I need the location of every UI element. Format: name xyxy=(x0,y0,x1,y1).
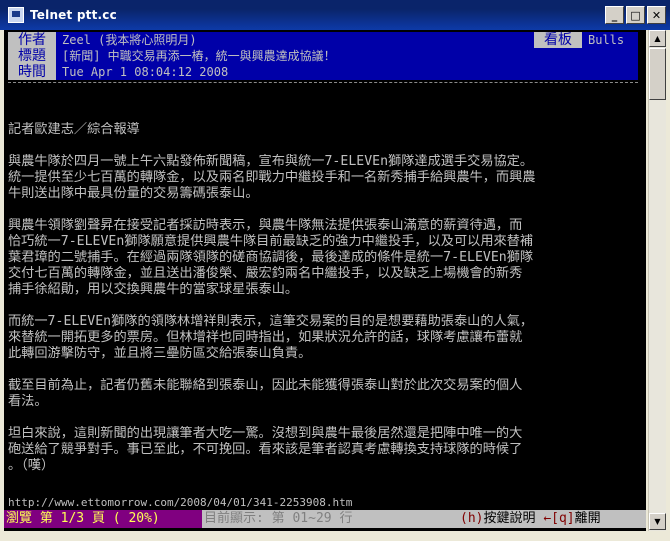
article-line: 統一提供至少七百萬的轉隊金，以及兩名即戰力中繼投手和一名新秀捕手給興農牛，而興農 xyxy=(8,170,536,185)
help-key: (h) xyxy=(460,511,484,526)
scroll-down-button[interactable]: ▼ xyxy=(649,513,666,530)
article-line: 與農牛隊於四月一號上午六點發佈新聞稿，宣布與統一7-ELEVEn獅隊達成選手交易… xyxy=(8,154,534,169)
help-label: 按鍵說明 xyxy=(483,511,536,526)
window-title: Telnet ptt.cc xyxy=(30,8,117,22)
article-line: 砲送給了競爭對手。事已至此，不可挽回。看來該是筆者認真考慮轉換支持球隊的時候了 xyxy=(8,442,523,457)
article-line xyxy=(8,138,644,154)
arrow-down-icon: ▼ xyxy=(654,517,661,526)
minimize-button[interactable]: _ xyxy=(605,6,624,24)
key-hints: (h)按鍵說明 ←[q]離開 xyxy=(460,510,601,528)
window-controls: _ □ ✕ xyxy=(605,6,666,24)
article-line: 。（嘆） xyxy=(8,458,55,473)
title-bar[interactable]: Telnet ptt.cc _ □ ✕ xyxy=(0,0,670,30)
terminal-screen[interactable]: 作者 Zeel (我本將心照明月) 看板 Bulls 標題 [新聞] 中職交易再… xyxy=(4,30,646,531)
board-value: Bulls xyxy=(588,33,625,47)
close-button[interactable]: ✕ xyxy=(647,6,666,24)
article-line: 交付七百萬的轉隊金，並且送出潘俊榮、嚴宏鈞兩名中繼投手，以及缺乏上場機會的新秀 xyxy=(8,266,523,281)
line-indicator: 目前顯示: 第 01~29 行 xyxy=(204,511,353,526)
article-line: 來替統一開拓更多的票房。但林增祥也同時指出，如果狀況允許的話，球隊考慮讓布蕾就 xyxy=(8,330,523,345)
maximize-button[interactable]: □ xyxy=(626,6,645,24)
article-line: 恰巧統一7-ELEVEn獅隊願意提供興農牛隊目前最缺乏的強力中繼投手，以及可以用… xyxy=(8,234,534,249)
article-line: 牛則送出隊中最具份量的交易籌碼張泰山。 xyxy=(8,186,259,201)
article-line xyxy=(8,410,644,426)
telnet-window: Telnet ptt.cc _ □ ✕ 作者 Zeel (我本將心照明月) 看板… xyxy=(0,0,670,541)
title-value: [新聞] 中職交易再添一樁，統一與興農達成協議！ xyxy=(62,49,336,63)
article-line: 此轉回游擊防守，並且將三壘防區交給張泰山負責。 xyxy=(8,346,312,361)
article-line: 看法。 xyxy=(8,394,48,409)
exit-label: 離開 xyxy=(574,511,601,526)
article-line: 記者歐建志／綜合報導 xyxy=(8,122,140,137)
author-value: Zeel (我本將心照明月) xyxy=(62,33,197,47)
article-line xyxy=(8,298,644,314)
header-divider xyxy=(8,82,638,83)
maximize-icon: □ xyxy=(630,8,641,22)
arrow-up-icon: ▲ xyxy=(654,34,661,43)
scroll-thumb[interactable] xyxy=(649,48,666,100)
title-label: 標題 xyxy=(8,48,56,64)
vertical-scrollbar[interactable]: ▲ ▼ xyxy=(648,30,666,531)
page-indicator: 瀏覽 第 1/3 頁 ( 20%) xyxy=(4,510,202,528)
status-bar: 瀏覽 第 1/3 頁 ( 20%) 目前顯示: 第 01~29 行 (h)按鍵說… xyxy=(4,510,646,528)
article-line: 而統一7-ELEVEn獅隊的領隊林增祥則表示，這筆交易案的目的是想要藉助張泰山的… xyxy=(8,314,534,329)
article-header: 作者 Zeel (我本將心照明月) 看板 Bulls 標題 [新聞] 中職交易再… xyxy=(8,32,638,80)
article-line xyxy=(8,362,644,378)
source-url[interactable]: http://www.ettomorrow.com/2008/04/01/341… xyxy=(8,496,352,510)
close-icon: ✕ xyxy=(651,8,662,22)
board-label: 看板 xyxy=(534,32,582,48)
article-line: 捕手徐紹勛，用以交換興農牛的當家球星張泰山。 xyxy=(8,282,299,297)
author-label: 作者 xyxy=(8,32,56,48)
article-body: 記者歐建志／綜合報導與農牛隊於四月一號上午六點發佈新聞稿，宣布與統一7-ELEV… xyxy=(8,122,644,474)
exit-key: ←[q] xyxy=(543,511,575,526)
article-line xyxy=(8,202,644,218)
telnet-app-icon xyxy=(8,7,24,23)
article-line: 截至目前為止，記者仍舊未能聯絡到張泰山，因此未能獲得張泰山對於此次交易案的個人 xyxy=(8,378,523,393)
article-line: 興農牛領隊劉聲昇在接受記者採訪時表示，與農牛隊無法提供張泰山滿意的薪資待遇，而 xyxy=(8,218,523,233)
article-line: 葉君璋的二號捕手。在經過兩隊領隊的磋商協調後，最後達成的條件是統一7-ELEVE… xyxy=(8,250,534,265)
article-line: 坦白來說，這則新聞的出現讓筆者大吃一驚。沒想到與農牛最後居然還是把陣中唯一的大 xyxy=(8,426,523,441)
scroll-up-button[interactable]: ▲ xyxy=(649,30,666,47)
time-label: 時間 xyxy=(8,64,56,80)
minimize-icon: _ xyxy=(611,8,618,22)
time-value: Tue Apr 1 08:04:12 2008 xyxy=(62,65,229,79)
